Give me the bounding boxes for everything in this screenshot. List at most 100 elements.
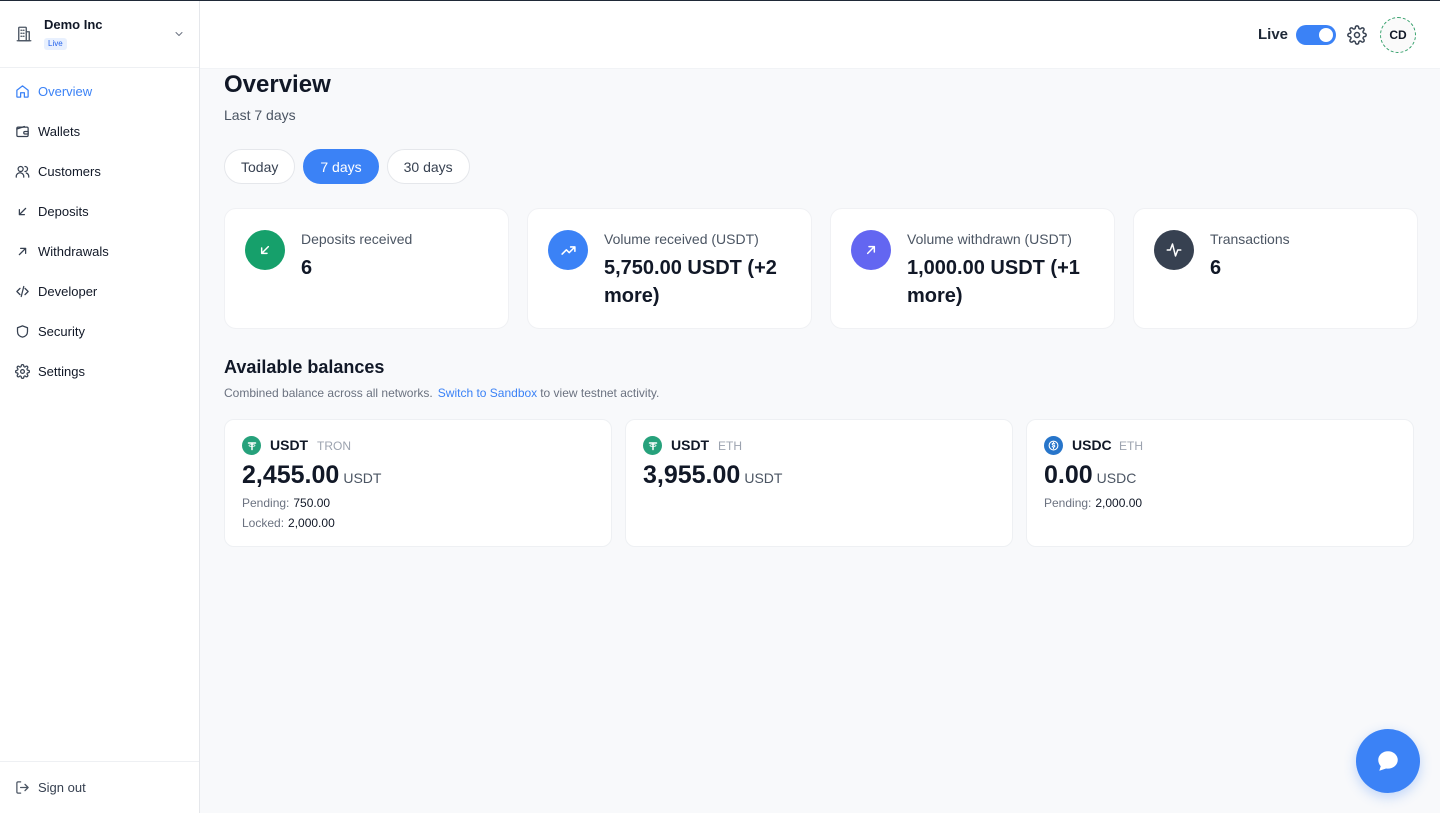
org-switcher[interactable]: Demo Inc Live: [0, 1, 199, 68]
tether-icon: [242, 436, 261, 455]
chat-bubble-icon: [1375, 748, 1401, 774]
balance-amount-value: 3,955.00: [643, 461, 741, 489]
sidebar-item-label: Withdrawals: [38, 243, 109, 259]
balances-subtitle-text: Combined balance across all networks.: [224, 386, 433, 400]
shield-icon: [15, 324, 30, 339]
avatar[interactable]: CD: [1380, 17, 1416, 53]
locked-label: Locked:: [242, 516, 285, 530]
topbar: Live CD: [200, 1, 1440, 69]
stat-value: 5,750.00 USDT (+2 more): [604, 257, 777, 307]
pending-label: Pending:: [242, 496, 290, 510]
balance-symbol: USDT: [270, 437, 309, 453]
balances-title: Available balances: [224, 357, 385, 377]
activity-icon: [1154, 230, 1194, 270]
stat-card-volume-withdrawn: Volume withdrawn (USDT) 1,000.00 USDT (+…: [830, 208, 1115, 329]
users-icon: [15, 164, 30, 179]
sidebar-item-developer[interactable]: Developer: [0, 271, 199, 311]
stats-row: Deposits received 6 Volume received (USD…: [224, 208, 1418, 329]
sidebar-item-label: Developer: [38, 283, 98, 299]
balance-unit: USDT: [744, 470, 783, 486]
stat-card-volume-received: Volume received (USDT) 5,750.00 USDT (+2…: [527, 208, 812, 329]
stat-title: Volume withdrawn (USDT): [907, 231, 1072, 247]
balance-amount-value: 2,455.00: [242, 461, 340, 489]
stat-card-deposits: Deposits received 6: [224, 208, 509, 329]
sidebar-nav: Overview Wallets Customers Deposits With…: [0, 71, 199, 391]
sidebar-item-withdrawals[interactable]: Withdrawals: [0, 231, 199, 271]
gear-icon[interactable]: [1347, 25, 1367, 45]
log-out-icon: [15, 780, 30, 795]
balance-symbol: USDT: [671, 437, 710, 453]
sidebar-item-label: Overview: [38, 83, 93, 99]
org-env-badge: Live: [44, 38, 67, 50]
sidebar-item-overview[interactable]: Overview: [0, 71, 199, 111]
balance-amount: 3,955.00 USDT: [643, 461, 782, 490]
balance-card-usdt-tron: USDT TRON 2,455.00 USDT Pending: 750.00 Lo…: [224, 419, 612, 547]
sidebar-item-deposits[interactable]: Deposits: [0, 191, 199, 231]
sidebar-item-settings[interactable]: Settings: [0, 351, 199, 391]
balance-network: TRON: [317, 439, 351, 453]
stat-card-transactions: Transactions 6: [1133, 208, 1418, 329]
balance-network: ETH: [1119, 439, 1143, 453]
arrow-up-right-icon: [15, 244, 30, 259]
locked-value: 2,000.00: [288, 516, 335, 530]
sidebar-item-wallets[interactable]: Wallets: [0, 111, 199, 151]
sidebar-item-label: Wallets: [38, 123, 81, 139]
pending-label: Pending:: [1044, 496, 1092, 510]
arrow-up-right-icon: [851, 230, 891, 270]
balances-grid: USDT TRON 2,455.00 USDT Pending: 750.00 Lo…: [224, 419, 1414, 547]
page-subtitle: Last 7 days: [224, 107, 296, 123]
sidebar-item-label: Settings: [38, 363, 85, 379]
pending-value: 750.00: [293, 496, 331, 510]
org-name: Demo Inc: [44, 17, 103, 32]
sidebar-item-customers[interactable]: Customers: [0, 151, 199, 191]
range-30-days-button[interactable]: 30 days: [386, 149, 470, 184]
locked-row: Locked: 2,000.00: [242, 516, 335, 530]
page-title: Overview: [224, 71, 331, 98]
sidebar-item-security[interactable]: Security: [0, 311, 199, 351]
pending-row: Pending: 750.00: [242, 496, 330, 510]
balance-amount: 0.00 USDC: [1044, 461, 1136, 490]
balances-subtitle-text-after: to view testnet activity.: [540, 386, 660, 400]
stat-value: 1,000.00 USDT (+1 more): [907, 257, 1080, 307]
tether-icon: [643, 436, 662, 455]
pending-value: 2,000.00: [1095, 496, 1143, 510]
arrow-down-left-icon: [15, 204, 30, 219]
code-icon: [15, 284, 30, 299]
range-7-days-button[interactable]: 7 days: [303, 149, 379, 184]
balances-subtitle: Combined balance across all networks. Swi…: [224, 386, 659, 400]
toggle-knob: [1319, 28, 1333, 42]
balance-unit: USDT: [343, 470, 382, 486]
sign-out-button[interactable]: Sign out: [0, 761, 199, 813]
sidebar-item-label: Security: [38, 323, 85, 339]
stat-value: 6: [301, 257, 313, 279]
building-icon: [15, 25, 33, 43]
sign-out-label: Sign out: [38, 780, 86, 795]
pending-row: Pending: 2,000.00: [1044, 496, 1142, 510]
balance-card-usdc-eth: USDC ETH 0.00 USDC Pending: 2,000.00: [1026, 419, 1414, 547]
sidebar: Demo Inc Live Overview Wallets Customers…: [0, 1, 200, 813]
usdc-icon: [1044, 436, 1063, 455]
stat-title: Volume received (USDT): [604, 231, 759, 247]
arrow-down-left-icon: [245, 230, 285, 270]
live-mode-label: Live: [1257, 26, 1288, 43]
trending-up-icon: [548, 230, 588, 270]
stat-value: 6: [1210, 257, 1222, 279]
chat-launcher-button[interactable]: [1356, 729, 1420, 793]
live-mode-toggle[interactable]: [1296, 25, 1336, 45]
balance-network: ETH: [718, 439, 742, 453]
home-icon: [15, 84, 30, 99]
gear-icon: [15, 363, 30, 379]
stat-title: Deposits received: [301, 231, 413, 247]
range-today-button[interactable]: Today: [224, 149, 296, 184]
sidebar-item-label: Deposits: [38, 203, 89, 219]
balance-unit: USDC: [1096, 470, 1137, 486]
switch-to-sandbox-link[interactable]: Switch to Sandbox: [438, 386, 537, 400]
balance-amount-value: 0.00: [1044, 461, 1093, 489]
stat-title: Transactions: [1210, 231, 1290, 247]
date-range-selector: Today 7 days 30 days: [224, 149, 470, 184]
balance-amount: 2,455.00 USDT: [242, 461, 381, 490]
wallet-icon: [15, 124, 30, 139]
balance-symbol: USDC: [1072, 437, 1112, 453]
balance-card-usdt-eth: USDT ETH 3,955.00 USDT: [625, 419, 1013, 547]
chevron-down-icon: [173, 28, 185, 40]
